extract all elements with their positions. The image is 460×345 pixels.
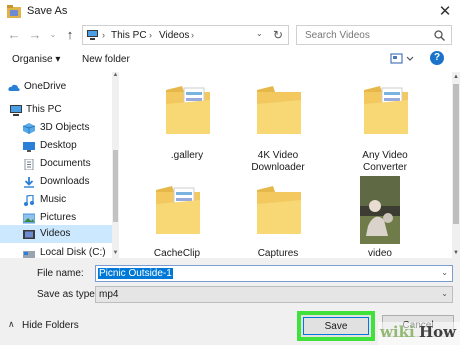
watermark-how: How — [419, 323, 457, 341]
new-folder-button[interactable]: New folder — [82, 54, 130, 65]
breadcrumb-videos[interactable]: Videos — [159, 30, 189, 41]
file-name-input[interactable]: Picnic Outside-1 ⌄ — [95, 265, 453, 282]
sidebar-item-label: Pictures — [40, 212, 77, 223]
pc-icon — [87, 30, 98, 40]
sidebar-scroll-down-icon[interactable]: ▼ — [112, 250, 119, 258]
search-box[interactable]: Search Videos — [296, 25, 452, 45]
file-name: 4K Video Downloader — [251, 150, 305, 173]
videos-icon — [23, 230, 35, 239]
navigation-pane: OneDrive This PC 3D Objects Desktop Docu… — [0, 72, 119, 258]
up-folder-button[interactable]: ↑ — [62, 25, 78, 45]
video-item[interactable]: video — [335, 176, 425, 260]
sidebar-item-label: Desktop — [40, 140, 77, 151]
folder-icon — [166, 86, 210, 134]
title-bar — [0, 0, 460, 24]
breadcrumb-this-pc[interactable]: This PC — [111, 30, 147, 41]
view-options-icon[interactable] — [390, 52, 416, 66]
sidebar-item-label: Documents — [40, 158, 91, 169]
save-button[interactable]: Save — [303, 317, 369, 335]
folder-item[interactable]: 4K Video Downloader — [233, 74, 323, 174]
hide-folders-button[interactable]: Hide Folders — [22, 320, 79, 331]
chevron-up-icon[interactable]: ∧ — [8, 319, 15, 330]
sidebar-item-onedrive[interactable]: OneDrive — [0, 78, 112, 96]
close-button[interactable]: ✕ — [436, 3, 454, 21]
sidebar-item-label: Music — [40, 194, 67, 205]
folder-icon — [257, 86, 301, 134]
breadcrumb-separator-icon: › — [102, 30, 105, 40]
breadcrumb-separator-icon: › — [191, 30, 194, 40]
file-name: .gallery — [170, 150, 204, 161]
pictures-icon — [23, 213, 35, 224]
watermark-wiki: wiki — [380, 323, 415, 341]
download-icon — [24, 177, 34, 188]
sidebar-item-documents[interactable]: Documents — [0, 155, 112, 173]
documents-icon — [24, 159, 34, 170]
cube-icon — [23, 123, 35, 134]
sidebar-item-local-disk[interactable]: Local Disk (C:) — [0, 244, 112, 258]
back-button[interactable]: ← — [5, 25, 23, 45]
sidebar-item-videos[interactable]: Videos — [0, 225, 112, 243]
folder-icon — [364, 86, 408, 134]
sidebar-item-label: Downloads — [40, 176, 90, 187]
save-type-label: Save as type: — [37, 289, 98, 300]
folder-icon — [257, 186, 301, 234]
folder-item[interactable]: Any Video Converter — [340, 74, 430, 174]
music-icon — [24, 195, 34, 206]
sidebar-scroll-up-icon[interactable]: ▲ — [112, 72, 119, 80]
address-dropdown-icon[interactable]: ⌄ — [256, 29, 263, 38]
file-list: .gallery 4K Video Downloader Any Video C… — [120, 72, 453, 260]
search-icon — [434, 30, 445, 41]
save-type-select[interactable]: mp4 ⌄ — [95, 286, 453, 303]
address-bar[interactable]: › This PC › Videos › ⌄ ↻ — [82, 25, 289, 45]
content-scroll-down-icon[interactable]: ▼ — [452, 248, 460, 258]
forward-button[interactable]: → — [26, 25, 44, 45]
sidebar-item-label: OneDrive — [24, 81, 67, 92]
save-as-app-icon — [7, 5, 21, 18]
disk-icon — [23, 251, 35, 258]
sidebar-item-3d-objects[interactable]: 3D Objects — [0, 119, 112, 137]
sidebar-item-label: Videos — [40, 228, 71, 239]
file-name: Any Video Converter — [362, 150, 408, 173]
sidebar-scroll-thumb[interactable] — [113, 150, 118, 222]
desktop-icon — [23, 142, 35, 152]
file-name-value[interactable]: Picnic Outside-1 — [98, 268, 173, 279]
sidebar-item-music[interactable]: Music — [0, 191, 112, 209]
help-button[interactable]: ? — [430, 51, 444, 65]
sidebar-item-label: 3D Objects — [40, 122, 90, 133]
computer-icon — [10, 105, 22, 116]
window-title: Save As — [27, 5, 68, 17]
folder-item[interactable]: CacheClip — [132, 176, 222, 260]
organise-button[interactable]: Organise ▾ — [12, 54, 60, 65]
file-name-label: File name: — [37, 268, 84, 279]
sidebar-item-downloads[interactable]: Downloads — [0, 173, 112, 191]
sidebar-item-label: Local Disk (C:) — [40, 247, 106, 258]
video-thumbnail — [360, 176, 400, 244]
sidebar-item-label: This PC — [26, 104, 62, 115]
cloud-icon — [8, 84, 20, 91]
content-scroll-thumb[interactable] — [453, 84, 459, 224]
chevron-down-icon[interactable]: ⌄ — [441, 289, 448, 298]
refresh-icon[interactable]: ↻ — [273, 28, 283, 42]
search-input[interactable]: Search Videos — [305, 30, 370, 41]
sidebar-item-desktop[interactable]: Desktop — [0, 137, 112, 155]
chevron-down-icon[interactable]: ⌄ — [441, 268, 448, 277]
breadcrumb-separator-icon: › — [149, 30, 152, 40]
recent-locations-button[interactable]: ⌄ — [47, 25, 59, 45]
sidebar-item-this-pc[interactable]: This PC — [0, 101, 112, 119]
save-type-value: mp4 — [99, 289, 119, 300]
folder-item[interactable]: .gallery — [142, 74, 232, 164]
content-scroll-up-icon[interactable]: ▲ — [452, 72, 460, 82]
folder-item[interactable]: Captures — [233, 176, 323, 260]
save-button-highlight[interactable]: Save — [297, 311, 375, 341]
folder-icon — [156, 186, 200, 234]
